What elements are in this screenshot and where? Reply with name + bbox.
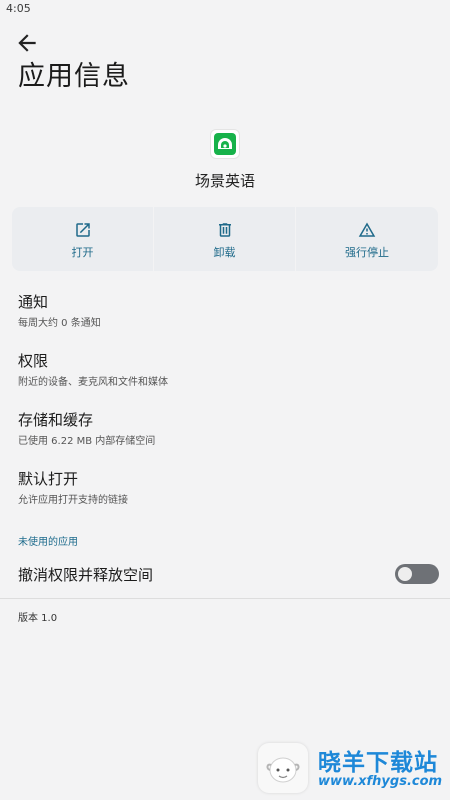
permissions-item[interactable]: 权限 附近的设备、麦克风和文件和媒体 xyxy=(0,350,450,406)
warning-icon xyxy=(358,222,376,237)
trash-icon xyxy=(218,223,231,237)
status-bar: 4:05 xyxy=(0,0,450,18)
watermark: 晓羊下载站 www.xfhygs.com xyxy=(258,740,450,800)
arrow-left-icon xyxy=(18,34,36,52)
watermark-title: 晓羊下载站 xyxy=(318,750,438,776)
force-stop-button[interactable]: 强行停止 xyxy=(296,207,438,271)
status-time: 4:05 xyxy=(6,2,31,15)
version-text: 版本 1.0 xyxy=(18,613,58,624)
unused-apps-header: 未使用的应用 xyxy=(18,537,78,548)
action-bar: 打开 卸载 强行停止 xyxy=(12,207,438,271)
open-by-default-summary: 允许应用打开支持的链接 xyxy=(18,495,128,506)
sheep-logo-icon xyxy=(258,743,308,793)
remove-permissions-switch[interactable] xyxy=(395,564,439,584)
permissions-summary: 附近的设备、麦克风和文件和媒体 xyxy=(18,377,168,388)
permissions-title: 权限 xyxy=(18,352,49,370)
back-button[interactable] xyxy=(14,30,40,56)
open-button-label: 打开 xyxy=(71,246,94,259)
force-stop-button-label: 强行停止 xyxy=(345,246,389,259)
divider xyxy=(0,598,450,599)
app-icon xyxy=(211,130,239,158)
uninstall-button-label: 卸载 xyxy=(213,246,236,259)
open-external-icon xyxy=(75,223,90,237)
open-by-default-title: 默认打开 xyxy=(18,470,79,488)
open-by-default-item[interactable]: 默认打开 允许应用打开支持的链接 xyxy=(0,468,450,524)
uninstall-button[interactable]: 卸载 xyxy=(154,207,295,271)
remove-permissions-label: 撤消权限并释放空间 xyxy=(18,566,154,584)
app-name: 场景英语 xyxy=(194,172,255,190)
notifications-summary: 每周大约 0 条通知 xyxy=(18,318,101,329)
storage-summary: 已使用 6.22 MB 内部存储空间 xyxy=(18,436,156,447)
page-title: 应用信息 xyxy=(18,61,130,92)
notifications-title: 通知 xyxy=(18,293,49,311)
app-logo-icon xyxy=(214,133,236,155)
remove-permissions-row[interactable]: 撤消权限并释放空间 xyxy=(0,560,450,590)
notifications-item[interactable]: 通知 每周大约 0 条通知 xyxy=(0,291,450,347)
open-button[interactable]: 打开 xyxy=(12,207,153,271)
watermark-url: www.xfhygs.com xyxy=(318,774,443,789)
storage-item[interactable]: 存储和缓存 已使用 6.22 MB 内部存储空间 xyxy=(0,409,450,465)
switch-thumb xyxy=(398,567,412,581)
storage-title: 存储和缓存 xyxy=(18,411,94,429)
